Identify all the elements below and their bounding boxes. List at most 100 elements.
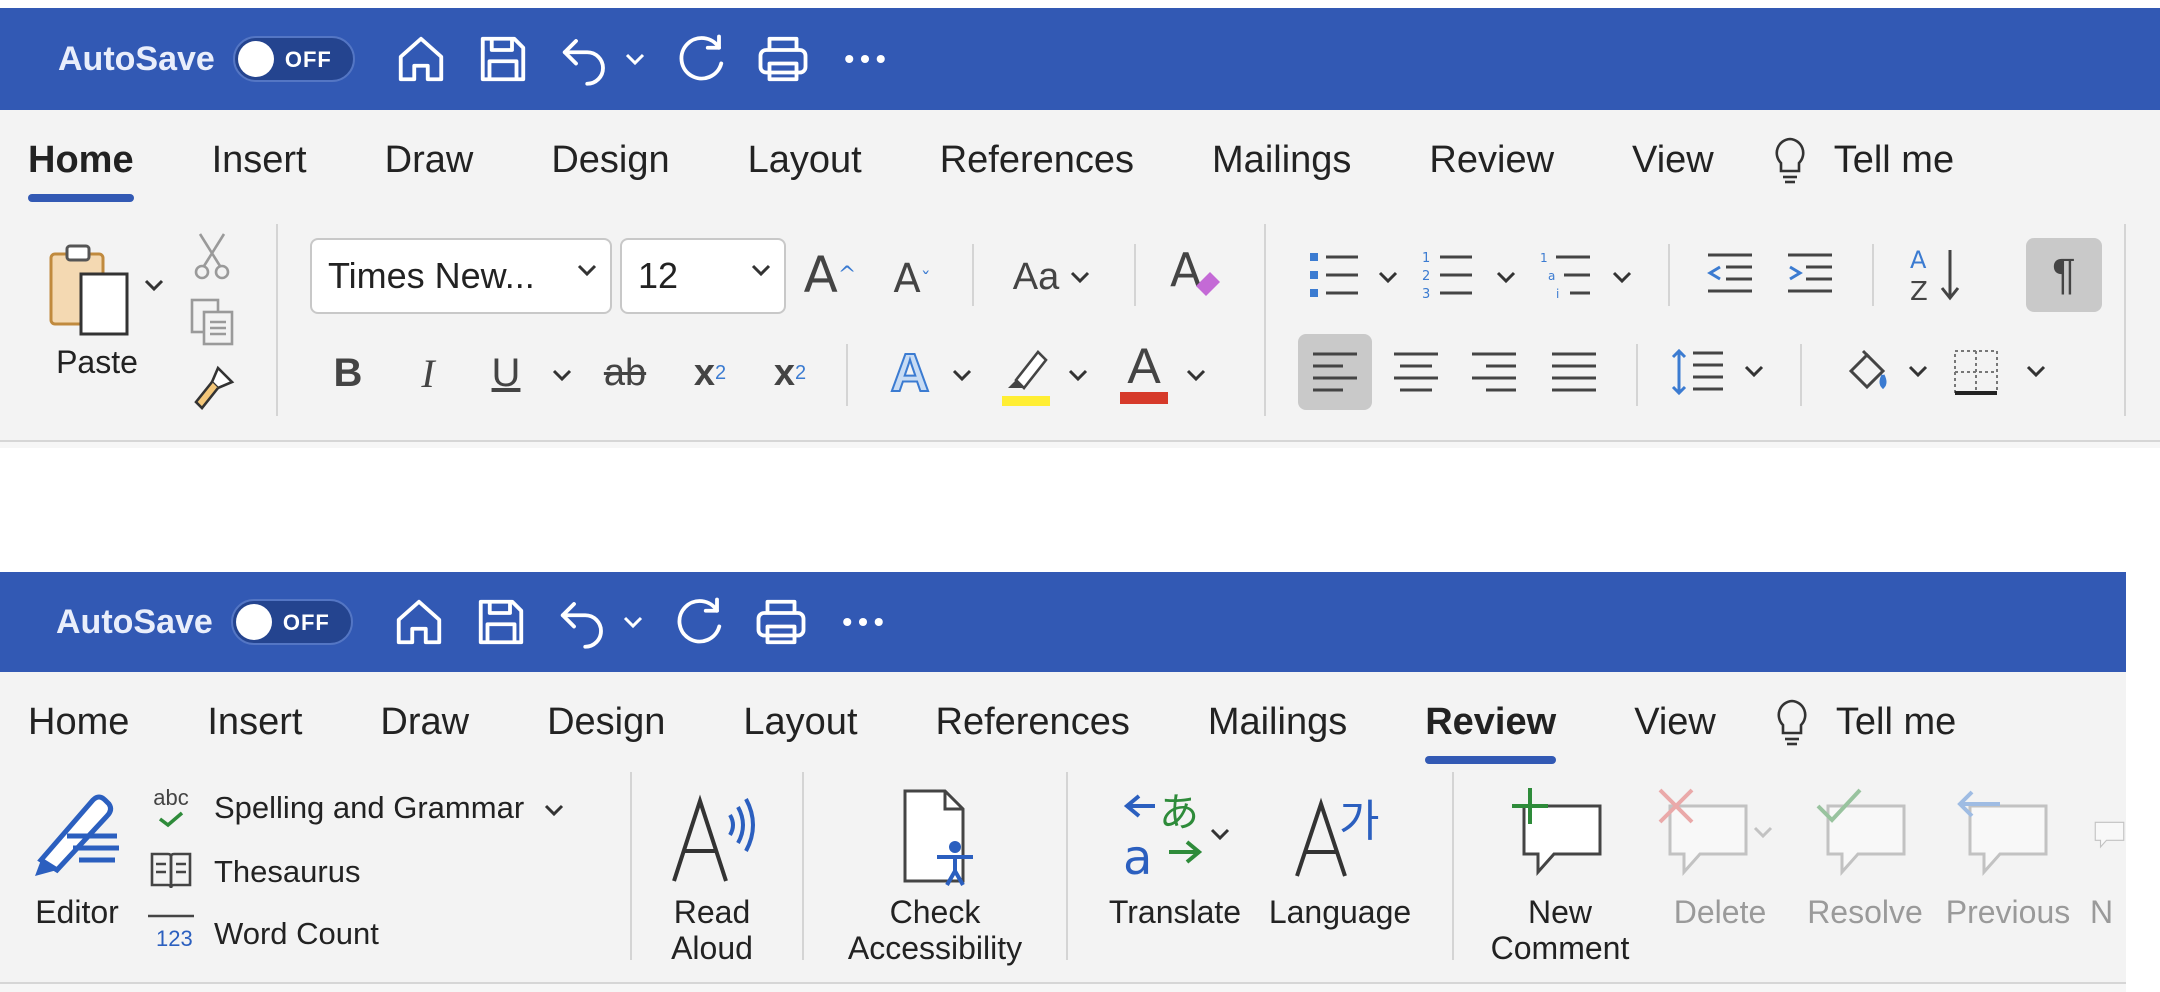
- word-count-digits: 123: [156, 926, 193, 951]
- increase-indent-icon[interactable]: [1782, 244, 1838, 306]
- multilevel-chevron-icon[interactable]: [1604, 260, 1640, 294]
- undo-dropdown-chevron-icon[interactable]: [621, 592, 645, 652]
- save-icon[interactable]: [473, 29, 533, 89]
- home-icon[interactable]: [389, 592, 449, 652]
- redo-icon[interactable]: [669, 592, 729, 652]
- underline-chevron-icon[interactable]: [538, 358, 586, 392]
- undo-dropdown-chevron-icon[interactable]: [623, 29, 647, 89]
- tab-references[interactable]: References: [936, 672, 1130, 772]
- tab-design[interactable]: Design: [547, 672, 665, 772]
- shrink-font-button[interactable]: Aˇ: [884, 246, 940, 312]
- autosave-toggle[interactable]: OFF: [230, 599, 353, 645]
- spelling-check-icon[interactable]: abc: [148, 782, 194, 834]
- tab-view[interactable]: View: [1634, 672, 1716, 772]
- editor-pen-icon[interactable]: [22, 784, 132, 884]
- font-name-combobox[interactable]: Times New...: [310, 238, 612, 314]
- bold-button[interactable]: B: [320, 338, 376, 408]
- tab-review[interactable]: Review: [1429, 110, 1554, 210]
- previous-comment-icon[interactable]: [1954, 782, 2054, 882]
- line-spacing-chevron-icon[interactable]: [1736, 354, 1772, 388]
- align-right-icon[interactable]: [1462, 334, 1526, 410]
- tab-design[interactable]: Design: [551, 110, 669, 210]
- align-left-icon[interactable]: [1298, 334, 1372, 410]
- tab-insert[interactable]: Insert: [207, 672, 302, 772]
- home-icon[interactable]: [391, 29, 451, 89]
- undo-icon[interactable]: [553, 592, 613, 652]
- strikethrough-button[interactable]: ab: [592, 338, 658, 408]
- subscript-button[interactable]: x2: [680, 338, 740, 408]
- bullets-icon[interactable]: [1306, 244, 1362, 306]
- bullets-chevron-icon[interactable]: [1370, 260, 1406, 294]
- underline-button[interactable]: U: [476, 338, 536, 408]
- borders-icon[interactable]: [1946, 334, 2006, 410]
- tab-insert[interactable]: Insert: [212, 110, 307, 210]
- tell-me-search[interactable]: Tell me: [1768, 135, 1954, 185]
- sort-icon[interactable]: AZ: [1904, 240, 1968, 310]
- tab-mailings[interactable]: Mailings: [1212, 110, 1351, 210]
- translate-chevron-icon[interactable]: [1209, 826, 1231, 842]
- spelling-grammar-button[interactable]: Spelling and Grammar: [214, 788, 565, 828]
- tab-layout[interactable]: Layout: [748, 110, 862, 210]
- tab-layout[interactable]: Layout: [743, 672, 857, 772]
- shading-chevron-icon[interactable]: [1900, 354, 1936, 388]
- print-icon[interactable]: [753, 29, 813, 89]
- new-comment-icon[interactable]: [1508, 782, 1608, 882]
- undo-icon[interactable]: [555, 29, 615, 89]
- tab-view[interactable]: View: [1632, 110, 1714, 210]
- font-size-combobox[interactable]: 12: [620, 238, 786, 314]
- grow-font-button[interactable]: A ^: [800, 240, 860, 310]
- format-painter-icon[interactable]: [186, 360, 240, 414]
- multilevel-list-icon[interactable]: 1ai: [1538, 244, 1594, 306]
- check-accessibility-icon[interactable]: [880, 782, 990, 892]
- tell-me-search[interactable]: Tell me: [1770, 697, 1956, 747]
- tab-mailings[interactable]: Mailings: [1208, 672, 1347, 772]
- thesaurus-button[interactable]: Thesaurus: [214, 852, 360, 892]
- read-aloud-icon[interactable]: [664, 782, 764, 892]
- clear-formatting-icon[interactable]: A: [1162, 238, 1232, 308]
- tab-home[interactable]: Home: [28, 672, 129, 772]
- cut-scissors-icon[interactable]: [188, 230, 236, 280]
- decrease-indent-icon[interactable]: [1702, 244, 1758, 306]
- print-icon[interactable]: [751, 592, 811, 652]
- next-comment-icon[interactable]: [2090, 782, 2126, 882]
- resolve-comment-icon[interactable]: [1812, 782, 1912, 882]
- shading-bucket-icon[interactable]: [1838, 334, 1898, 410]
- more-options-icon[interactable]: [833, 592, 893, 652]
- highlight-color-button[interactable]: [996, 336, 1056, 410]
- line-spacing-icon[interactable]: [1668, 334, 1728, 410]
- tab-label: Design: [551, 138, 670, 181]
- show-formatting-marks-pilcrow-icon[interactable]: ¶: [2026, 238, 2102, 312]
- tab-review[interactable]: Review: [1425, 672, 1556, 772]
- translate-icon[interactable]: あ a: [1110, 784, 1240, 884]
- paste-options-chevron-icon[interactable]: [142, 270, 166, 300]
- justify-icon[interactable]: [1542, 334, 1606, 410]
- more-options-icon[interactable]: [835, 29, 895, 89]
- autosave-toggle[interactable]: OFF: [232, 36, 355, 82]
- highlight-chevron-icon[interactable]: [1060, 358, 1096, 392]
- paste-button[interactable]: [40, 240, 140, 340]
- numbering-chevron-icon[interactable]: [1488, 260, 1524, 294]
- word-count-icon[interactable]: 123: [146, 906, 200, 958]
- tab-references[interactable]: References: [940, 110, 1134, 210]
- font-color-button[interactable]: A: [1114, 332, 1174, 412]
- change-case-button[interactable]: Aa: [1002, 244, 1102, 310]
- word-count-button[interactable]: Word Count: [214, 914, 379, 954]
- text-effects-chevron-icon[interactable]: [944, 358, 980, 392]
- copy-icon[interactable]: [186, 294, 238, 350]
- borders-chevron-icon[interactable]: [2018, 354, 2054, 388]
- italic-button[interactable]: I: [400, 338, 456, 408]
- tab-home[interactable]: Home: [28, 110, 134, 210]
- numbering-icon[interactable]: 1 2 3: [1420, 244, 1476, 306]
- tab-draw[interactable]: Draw: [385, 110, 474, 210]
- redo-icon[interactable]: [671, 29, 731, 89]
- delete-chevron-icon[interactable]: [1752, 824, 1774, 840]
- thesaurus-book-icon[interactable]: [146, 844, 196, 896]
- superscript-button[interactable]: x2: [760, 338, 820, 408]
- text-effects-button[interactable]: A: [878, 336, 942, 410]
- save-icon[interactable]: [471, 592, 531, 652]
- delete-comment-icon[interactable]: [1650, 782, 1780, 882]
- font-color-chevron-icon[interactable]: [1178, 358, 1214, 392]
- tab-draw[interactable]: Draw: [380, 672, 469, 772]
- align-center-icon[interactable]: [1384, 334, 1448, 410]
- language-icon[interactable]: 가: [1286, 784, 1396, 884]
